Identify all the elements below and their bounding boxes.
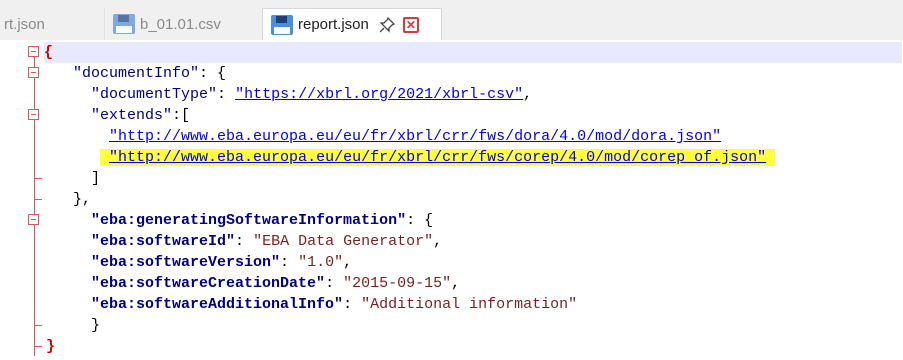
close-brace: }	[46, 338, 56, 355]
code-line: {	[44, 42, 902, 63]
code-line: "http://www.eba.europa.eu/eu/fr/xbrl/crr…	[46, 126, 721, 147]
code-line: "documentInfo": {	[73, 65, 227, 82]
tab-report-json[interactable]: report.json ✕	[262, 8, 442, 40]
tab-label: b_01.01.csv	[140, 15, 221, 33]
code-line: "http://www.eba.europa.eu/eu/fr/xbrl/crr…	[46, 147, 776, 168]
open-brace: {	[44, 44, 54, 61]
json-string-value: "2015-09-15"	[343, 275, 452, 292]
close-icon[interactable]: ✕	[402, 16, 419, 33]
code-line: "eba:softwareCreationDate": "2015-09-15"…	[91, 275, 461, 292]
code-line: "eba:generatingSoftwareInformation": {	[91, 212, 434, 229]
fold-toggle-icon[interactable]	[28, 67, 39, 78]
tab-bar: rt.json b_01.01.csv report.json ✕	[0, 0, 903, 40]
fold-margin	[22, 46, 44, 356]
tab-rt-json[interactable]: rt.json	[0, 8, 102, 40]
json-string-value: "Additional information"	[361, 296, 578, 313]
code-line: ]	[91, 170, 101, 187]
code-line: }	[46, 336, 55, 357]
save-disk-icon	[113, 14, 135, 34]
json-key: "extends"	[91, 107, 173, 124]
json-key: "eba:softwareCreationDate"	[91, 275, 326, 292]
json-string-value: "1.0"	[298, 254, 344, 271]
pin-icon[interactable]	[379, 16, 395, 33]
fold-toggle-icon[interactable]	[28, 46, 39, 57]
fold-toggle-icon[interactable]	[28, 214, 39, 225]
code-line: "eba:softwareId": "EBA Data Generator",	[91, 233, 443, 250]
json-key: "eba:generatingSoftwareInformation"	[91, 212, 407, 229]
json-key: "eba:softwareAdditionalInfo"	[91, 296, 344, 313]
save-disk-icon	[271, 14, 293, 35]
highlighted-url: "http://www.eba.europa.eu/eu/fr/xbrl/crr…	[100, 149, 776, 166]
code-line: }	[91, 317, 101, 334]
fold-toggle-icon[interactable]	[28, 109, 39, 120]
tab-b-01-01-csv[interactable]: b_01.01.csv	[104, 8, 256, 40]
json-key: "eba:softwareId"	[91, 233, 236, 250]
code-line: "extends":[	[91, 107, 191, 124]
json-key: "documentInfo"	[73, 65, 200, 82]
json-key: "documentType"	[91, 86, 218, 103]
code-line: },	[73, 191, 92, 208]
json-string-value: "EBA Data Generator"	[253, 233, 434, 250]
json-url-value[interactable]: "http://www.eba.europa.eu/eu/fr/xbrl/crr…	[109, 128, 721, 145]
tab-label: report.json	[298, 16, 369, 33]
json-url-value[interactable]: "http://www.eba.europa.eu/eu/fr/xbrl/crr…	[109, 149, 766, 166]
json-url-value[interactable]: "https://xbrl.org/2021/xbrl-csv"	[235, 86, 523, 103]
json-key: "eba:softwareVersion"	[91, 254, 281, 271]
code-line: "eba:softwareVersion": "1.0",	[91, 254, 353, 271]
code-line: "documentType": "https://xbrl.org/2021/x…	[91, 86, 533, 103]
code-editor[interactable]: { "documentInfo": { "documentType": "htt…	[0, 40, 903, 360]
code-line: "eba:softwareAdditionalInfo": "Additiona…	[91, 296, 578, 313]
tab-label: rt.json	[4, 15, 45, 33]
